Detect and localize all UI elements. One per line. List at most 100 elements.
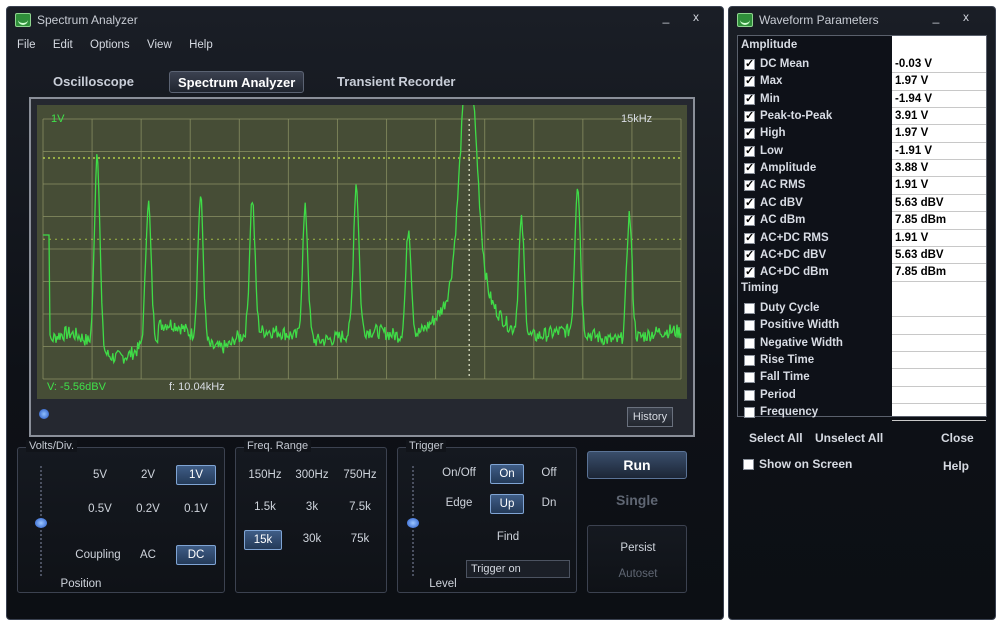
parameter-label: AC+DC dBV	[760, 248, 827, 261]
parameter-checkbox[interactable]	[744, 144, 755, 157]
trigger-find-button[interactable]: Find	[490, 528, 526, 546]
parameter-checkbox[interactable]	[744, 389, 755, 401]
parameter-checkbox[interactable]	[744, 57, 755, 70]
run-button[interactable]: Run	[587, 451, 687, 479]
parameter-checkbox[interactable]	[744, 407, 755, 419]
row-divider	[892, 420, 986, 422]
parameter-row: AC dBm 7.85 dBm	[738, 212, 986, 230]
params-help-button[interactable]: Help	[943, 459, 969, 473]
range-3k-option[interactable]: 3k	[290, 498, 334, 516]
range-150hz-option[interactable]: 150Hz	[244, 466, 286, 484]
trigger-title: Trigger	[406, 440, 447, 452]
parameter-checkbox[interactable]	[744, 372, 755, 384]
close-button[interactable]: x	[685, 9, 707, 25]
history-button[interactable]: History	[627, 407, 673, 427]
tab-transient-recorder[interactable]: Transient Recorder	[329, 71, 464, 93]
parameter-checkbox[interactable]	[744, 231, 755, 244]
spectrum-analyzer-window: Spectrum Analyzer _ x File Edit Options …	[6, 6, 724, 620]
range-750hz-option[interactable]: 750Hz	[338, 466, 382, 484]
menu-view[interactable]: View	[147, 39, 172, 51]
parameter-row: AC+DC RMS 1.91 V	[738, 230, 986, 247]
parameter-checkbox[interactable]	[744, 178, 755, 192]
parameter-label: Negative Width	[760, 336, 843, 349]
menu-help[interactable]: Help	[189, 39, 213, 51]
freq-range-group: Freq. Range 150Hz 300Hz 750Hz 1.5k 3k 7.…	[235, 440, 387, 593]
range-7.5k-option[interactable]: 7.5k	[338, 498, 382, 516]
tab-spectrum-analyzer[interactable]: Spectrum Analyzer	[169, 71, 305, 93]
range-75k-option[interactable]: 75k	[338, 530, 382, 548]
volts-0.5v-option[interactable]: 0.5V	[82, 500, 118, 518]
parameter-checkbox[interactable]	[744, 213, 755, 227]
parameter-label: AC+DC RMS	[760, 231, 829, 244]
parameter-label: AC RMS	[760, 179, 806, 192]
volts-0.1v-option[interactable]: 0.1V	[178, 500, 214, 518]
coupling-ac-option[interactable]: AC	[130, 546, 166, 564]
parameter-checkbox[interactable]	[744, 74, 755, 88]
trigger-level-slider[interactable]	[407, 466, 422, 576]
select-all-button[interactable]: Select All	[749, 431, 803, 445]
coupling-dc-option[interactable]: DC	[176, 545, 216, 565]
parameter-checkbox[interactable]	[744, 303, 755, 314]
trigger-text-field[interactable]	[466, 560, 570, 578]
params-close-text-button[interactable]: Close	[941, 431, 974, 445]
unselect-all-button[interactable]: Unselect All	[815, 431, 883, 445]
spectrum-display[interactable]: 1V 15kHz V: -5.56dBV f: 10.04kHz	[37, 105, 687, 399]
params-title-bar[interactable]: Waveform Parameters _ x	[729, 7, 995, 33]
params-window-title: Waveform Parameters	[759, 13, 879, 27]
volts-div-title: Volts/Div.	[26, 440, 78, 452]
range-1.5k-option[interactable]: 1.5k	[244, 498, 286, 516]
title-bar[interactable]: Spectrum Analyzer _ x	[7, 7, 723, 33]
trigger-group: Trigger On/Off On Off Edge Up Dn Find Le…	[397, 440, 577, 593]
parameter-value: -1.91 V	[895, 144, 933, 157]
params-close-button[interactable]: x	[955, 9, 977, 25]
show-on-screen-label: Show on Screen	[759, 457, 853, 471]
range-300hz-option[interactable]: 300Hz	[290, 466, 334, 484]
horizontal-scroll-slider[interactable]	[37, 405, 617, 423]
parameter-label: AC+DC dBm	[760, 266, 829, 279]
parameter-value: 7.85 dBm	[895, 266, 947, 279]
position-slider[interactable]	[35, 466, 50, 576]
persist-button[interactable]: Persist	[608, 540, 668, 556]
parameter-row: Max 1.97 V	[738, 73, 986, 91]
menu-edit[interactable]: Edit	[53, 39, 73, 51]
parameter-row: Amplitude 3.88 V	[738, 160, 986, 178]
parameter-checkbox[interactable]	[744, 248, 755, 261]
range-30k-option[interactable]: 30k	[290, 530, 334, 548]
parameter-checkbox[interactable]	[744, 126, 755, 140]
trigger-off-option[interactable]: Off	[534, 464, 564, 482]
parameter-label: High	[760, 127, 786, 140]
parameter-row: AC+DC dBm 7.85 dBm	[738, 264, 986, 282]
autoset-button[interactable]: Autoset	[608, 566, 668, 582]
menu-file[interactable]: File	[17, 39, 36, 51]
trigger-on-option[interactable]: On	[490, 464, 524, 484]
parameter-checkbox[interactable]	[744, 109, 755, 123]
parameter-label: Max	[760, 75, 783, 88]
parameter-checkbox[interactable]	[744, 265, 755, 279]
parameter-checkbox[interactable]	[744, 355, 755, 367]
trigger-up-option[interactable]: Up	[490, 494, 524, 514]
parameter-checkbox[interactable]	[744, 161, 755, 175]
params-minimize-button[interactable]: _	[925, 9, 947, 25]
parameter-checkbox[interactable]	[744, 196, 755, 209]
single-button[interactable]: Single	[587, 487, 687, 515]
trigger-level-knob[interactable]	[407, 518, 419, 528]
spectrum-trace	[43, 105, 682, 365]
parameter-checkbox[interactable]	[744, 92, 755, 105]
scroll-knob[interactable]	[39, 409, 49, 419]
parameter-checkbox[interactable]	[744, 320, 755, 332]
range-15k-option[interactable]: 15k	[244, 530, 282, 550]
parameter-value: 7.85 dBm	[895, 214, 947, 227]
tab-oscilloscope[interactable]: Oscilloscope	[45, 71, 142, 93]
volts-5v-option[interactable]: 5V	[82, 466, 118, 484]
show-on-screen-checkbox[interactable]	[743, 459, 754, 470]
minimize-button[interactable]: _	[655, 9, 677, 25]
position-knob[interactable]	[35, 518, 47, 528]
menu-options[interactable]: Options	[90, 39, 130, 51]
volts-1v-option[interactable]: 1V	[176, 465, 216, 485]
parameter-row: AC dBV 5.63 dBV	[738, 195, 986, 213]
volts-2v-option[interactable]: 2V	[130, 466, 166, 484]
trigger-dn-option[interactable]: Dn	[534, 494, 564, 512]
volts-0.2v-option[interactable]: 0.2V	[130, 500, 166, 518]
parameter-label: Low	[760, 144, 783, 157]
parameter-checkbox[interactable]	[744, 337, 755, 349]
